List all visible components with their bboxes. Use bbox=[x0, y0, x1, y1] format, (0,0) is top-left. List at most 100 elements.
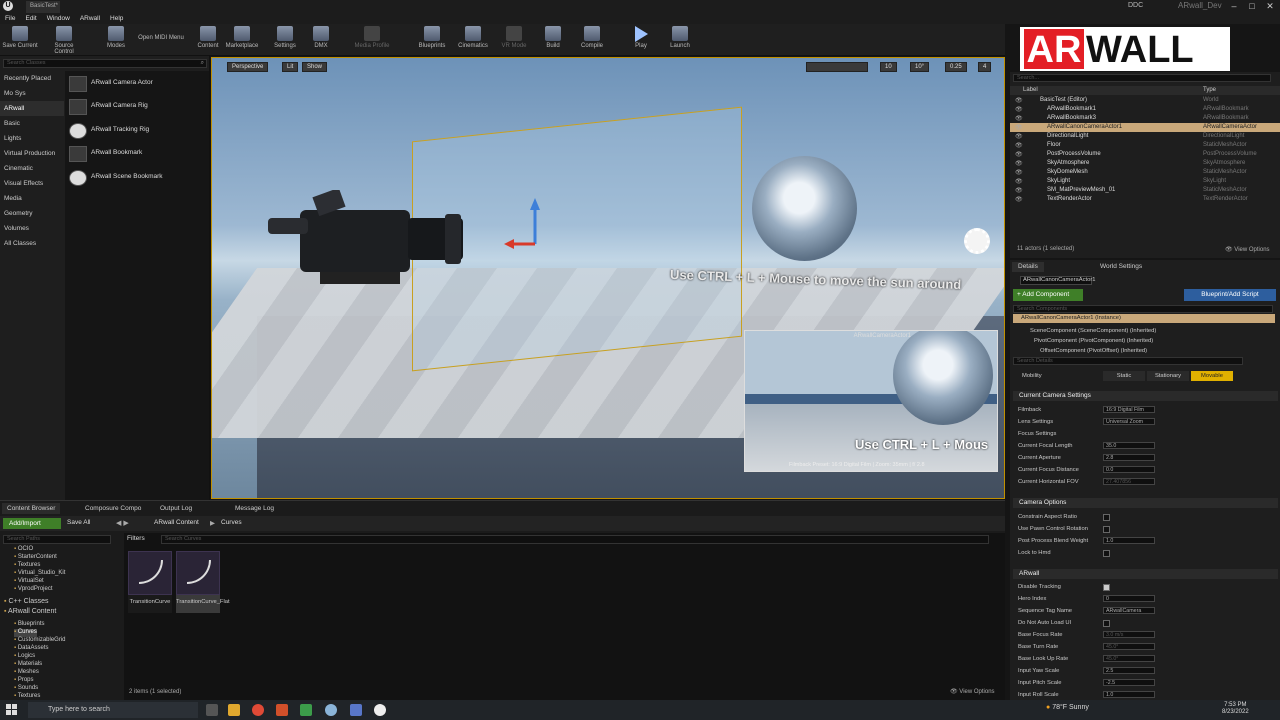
category-arwall[interactable]: ARwall bbox=[0, 101, 64, 116]
folder-item[interactable]: ▪ Materials bbox=[14, 661, 42, 669]
sun-icon[interactable] bbox=[964, 228, 990, 254]
tab-content-browser[interactable]: Content Browser bbox=[2, 503, 61, 514]
outliner-row[interactable]: 👁 ARwallBookmark1 ARwallBookmark bbox=[1010, 105, 1280, 114]
launch-button[interactable]: Launch bbox=[660, 24, 700, 55]
add-component-button[interactable]: + Add Component bbox=[1013, 289, 1083, 301]
assets-view-options[interactable]: 👁 View Options bbox=[950, 688, 995, 695]
folder-item[interactable]: ▪ Virtual_Studio_Kit bbox=[14, 570, 65, 578]
file-explorer-icon[interactable] bbox=[228, 704, 240, 716]
asset-tile[interactable]: TransitionCurve bbox=[128, 551, 172, 613]
visibility-eye-icon[interactable]: 👁 bbox=[1015, 142, 1023, 149]
breadcrumb-current[interactable]: Curves bbox=[221, 519, 242, 526]
visibility-eye-icon[interactable]: 👁 bbox=[1015, 196, 1023, 203]
folder-item[interactable]: ▪ VprodProject bbox=[14, 586, 53, 594]
outliner-row[interactable]: 👁 SkyLight SkyLight bbox=[1010, 177, 1280, 186]
actor-item[interactable]: ARwall Scene Bookmark bbox=[67, 168, 207, 188]
property-checkbox[interactable] bbox=[1103, 584, 1110, 591]
unreal-taskbar-icon[interactable] bbox=[374, 704, 386, 716]
search-components-input[interactable]: Search Components bbox=[1013, 305, 1273, 313]
category-geometry[interactable]: Geometry bbox=[0, 206, 64, 221]
blueprints-button[interactable]: Blueprints bbox=[412, 24, 452, 55]
folder-item[interactable]: ▪ OCIO bbox=[14, 546, 33, 554]
category-basic[interactable]: Basic bbox=[0, 116, 64, 131]
windows-start-icon[interactable] bbox=[6, 704, 18, 716]
search-details-input[interactable]: Search Details bbox=[1013, 357, 1243, 365]
category-all-classes[interactable]: All Classes bbox=[0, 236, 64, 251]
search-paths-input[interactable]: Search Paths bbox=[3, 535, 111, 544]
app-icon[interactable] bbox=[350, 704, 362, 716]
component-item[interactable]: SceneComponent (SceneComponent) (Inherit… bbox=[1030, 328, 1156, 334]
tab-message-log[interactable]: Message Log bbox=[230, 503, 279, 514]
compile-button[interactable]: Compile bbox=[572, 24, 612, 55]
outliner-row[interactable]: 👁 SM_MatPreviewMesh_01 StaticMeshActor bbox=[1010, 186, 1280, 195]
maximize-button[interactable]: □ bbox=[1243, 0, 1261, 13]
filters-button[interactable]: Filters bbox=[127, 535, 145, 542]
visibility-eye-icon[interactable]: 👁 bbox=[1015, 187, 1023, 194]
folder-item[interactable]: ▪ C++ Classes bbox=[4, 598, 49, 606]
property-value[interactable]: 0 bbox=[1103, 595, 1155, 602]
visibility-eye-icon[interactable]: 👁 bbox=[1015, 115, 1023, 122]
property-checkbox[interactable] bbox=[1103, 514, 1110, 521]
visibility-eye-icon[interactable]: 👁 bbox=[1015, 178, 1023, 185]
category-media[interactable]: Media bbox=[0, 191, 64, 206]
scale-snap-value[interactable]: 0.25 bbox=[945, 62, 967, 72]
nav-back-forward[interactable]: ◀ ▶ bbox=[116, 519, 129, 527]
level-viewport[interactable]: Use CTRL + L + Mouse to move the sun aro… bbox=[211, 57, 1005, 499]
menu-window[interactable]: Window bbox=[47, 15, 70, 22]
category-virtual-production[interactable]: Virtual Production bbox=[0, 146, 64, 161]
rotation-snap-value[interactable]: 10° bbox=[910, 62, 930, 72]
outliner-row[interactable]: 👁 Floor StaticMeshActor bbox=[1010, 141, 1280, 150]
transform-tools[interactable] bbox=[806, 62, 868, 72]
asset-tile[interactable]: TransitionCurve_Flat bbox=[176, 551, 230, 613]
ddc-indicator[interactable]: DDC bbox=[1128, 2, 1143, 9]
perspective-button[interactable]: Perspective bbox=[227, 62, 269, 72]
tab-output-log[interactable]: Output Log bbox=[155, 503, 197, 514]
save-all-button[interactable]: Save All bbox=[67, 519, 91, 526]
menu-help[interactable]: Help bbox=[110, 15, 123, 22]
property-value[interactable]: -2.5 bbox=[1103, 679, 1155, 686]
outliner-row[interactable]: 👁 SkyDomeMesh StaticMeshActor bbox=[1010, 168, 1280, 177]
property-value[interactable]: ARwallCamera bbox=[1103, 607, 1155, 614]
component-instance[interactable]: ARwallCanonCameraActor1 (Instance) bbox=[1013, 314, 1275, 323]
outliner-view-options[interactable]: 👁 View Options bbox=[1225, 246, 1270, 253]
folder-item[interactable]: ▪ Logics bbox=[14, 653, 35, 661]
property-value[interactable]: 35.0 bbox=[1103, 442, 1155, 449]
folder-item[interactable]: ▪ DataAssets bbox=[14, 645, 49, 653]
property-value[interactable]: 2.5 bbox=[1103, 667, 1155, 674]
level-tab[interactable]: BasicTest* bbox=[26, 1, 60, 13]
category-cinematic[interactable]: Cinematic bbox=[0, 161, 64, 176]
folder-item[interactable]: ▪ Curves bbox=[14, 629, 37, 637]
component-item[interactable]: OffsetComponent (PivotOffset) (Inherited… bbox=[1040, 348, 1147, 354]
property-value[interactable]: 2.8 bbox=[1103, 454, 1155, 461]
menu-edit[interactable]: Edit bbox=[25, 15, 36, 22]
settings-button[interactable]: Settings bbox=[265, 24, 305, 55]
outliner-row[interactable]: 👁 ARwallBookmark3 ARwallBookmark bbox=[1010, 114, 1280, 123]
camera-speed-value[interactable]: 4 bbox=[978, 62, 992, 72]
property-value[interactable]: 1.0 bbox=[1103, 537, 1155, 544]
search-classes-input[interactable]: Search Classes ⌕ bbox=[3, 59, 207, 68]
property-checkbox[interactable] bbox=[1103, 620, 1110, 627]
property-value[interactable]: Universal Zoom bbox=[1103, 418, 1155, 425]
category-visual-effects[interactable]: Visual Effects bbox=[0, 176, 64, 191]
tab-composure[interactable]: Composure Compo bbox=[80, 503, 146, 514]
property-value[interactable]: 45.0° bbox=[1103, 655, 1155, 662]
show-button[interactable]: Show bbox=[302, 62, 328, 72]
task-view-icon[interactable] bbox=[206, 704, 218, 716]
add-import-button[interactable]: Add/Import bbox=[3, 518, 61, 529]
visibility-eye-icon[interactable]: 👁 bbox=[1015, 106, 1023, 113]
folder-item[interactable]: ▪ Props bbox=[14, 677, 34, 685]
open-midi-menu-button[interactable]: Open MIDI Menu bbox=[136, 24, 186, 55]
play-button[interactable]: Play bbox=[621, 24, 661, 55]
taskbar-search[interactable]: Type here to search bbox=[28, 702, 198, 718]
outliner-row[interactable]: 👁 BasicTest (Editor) World bbox=[1010, 96, 1280, 105]
property-value[interactable]: 45.0° bbox=[1103, 643, 1155, 650]
search-assets-input[interactable]: Search Curves bbox=[161, 535, 989, 544]
app-icon[interactable] bbox=[325, 704, 337, 716]
blueprint-add-script-button[interactable]: Blueprint/Add Script bbox=[1184, 289, 1276, 301]
folder-item[interactable]: ▪ StarterContent bbox=[14, 554, 57, 562]
component-item[interactable]: PivotComponent (PivotComponent) (Inherit… bbox=[1034, 338, 1153, 344]
mobility-movable[interactable]: Movable bbox=[1191, 371, 1233, 381]
chrome-icon[interactable] bbox=[252, 704, 264, 716]
visibility-eye-icon[interactable]: 👁 bbox=[1015, 169, 1023, 176]
category-mo-sys[interactable]: Mo Sys bbox=[0, 86, 64, 101]
